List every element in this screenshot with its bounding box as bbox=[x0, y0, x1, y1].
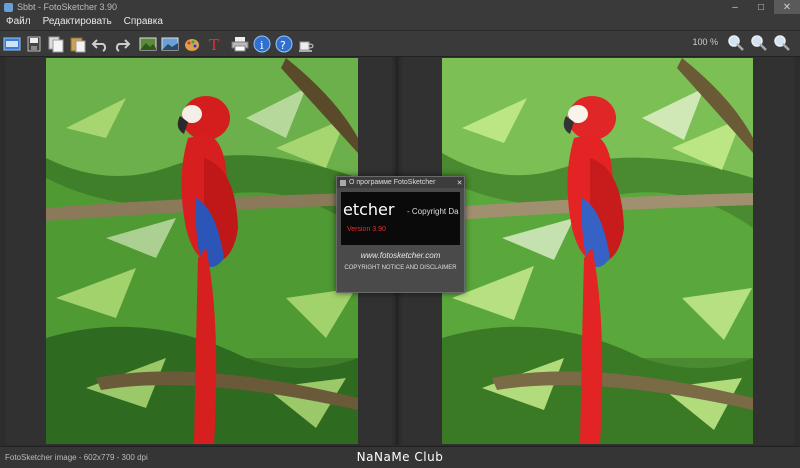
zoom-in-icon[interactable] bbox=[726, 33, 746, 53]
splash-banner: etcher - Copyright Da Version 3.90 bbox=[341, 192, 460, 245]
title-bar: Sbbt - FotoSketcher 3.90 – □ ✕ bbox=[0, 0, 800, 14]
zoom-controls bbox=[723, 33, 792, 53]
close-icon[interactable]: ✕ bbox=[455, 179, 464, 187]
splash-logo-text: etcher bbox=[343, 200, 395, 219]
palette-icon[interactable] bbox=[182, 34, 202, 54]
dialog-titlebar: О программе FotoSketcher ✕ bbox=[337, 177, 464, 188]
toolbar: T i ? bbox=[0, 31, 800, 57]
splash-copyright: - Copyright Da bbox=[407, 207, 459, 216]
menu-edit[interactable]: Редактировать bbox=[37, 14, 118, 30]
close-icon[interactable]: ✕ bbox=[774, 0, 800, 14]
original-image[interactable] bbox=[46, 58, 358, 444]
result-image[interactable] bbox=[442, 58, 753, 444]
maximize-icon[interactable]: □ bbox=[748, 0, 774, 14]
minimize-icon[interactable]: – bbox=[722, 0, 748, 14]
window-title: Sbbt - FotoSketcher 3.90 bbox=[17, 2, 118, 12]
info-icon[interactable]: i bbox=[252, 34, 272, 54]
menu-file[interactable]: Файл bbox=[0, 14, 37, 30]
app-icon bbox=[4, 2, 13, 12]
svg-text:?: ? bbox=[280, 39, 286, 52]
original-image-icon[interactable] bbox=[138, 34, 158, 54]
svg-text:T: T bbox=[209, 36, 219, 53]
splash-version: Version 3.90 bbox=[347, 226, 386, 233]
svg-text:i: i bbox=[260, 39, 264, 52]
text-icon[interactable]: T bbox=[204, 34, 224, 54]
open-image-icon[interactable] bbox=[2, 34, 22, 54]
dialog-app-icon bbox=[340, 179, 346, 186]
zoom-level: 100 % bbox=[692, 37, 718, 47]
coffee-icon[interactable] bbox=[296, 34, 316, 54]
dialog-title: О программе FotoSketcher bbox=[349, 179, 436, 186]
zoom-fit-icon[interactable] bbox=[772, 33, 792, 53]
copyright-notice-link[interactable]: COPYRIGHT NOTICE AND DISCLAIMER bbox=[337, 265, 464, 271]
window-controls: – □ ✕ bbox=[722, 0, 800, 14]
menu-bar: Файл Редактировать Справка bbox=[0, 14, 800, 31]
result-image-icon[interactable] bbox=[160, 34, 180, 54]
website-link[interactable]: www.fotosketcher.com bbox=[337, 251, 464, 260]
watermark: NaNaMe Club bbox=[356, 450, 444, 464]
help-icon[interactable]: ? bbox=[274, 34, 294, 54]
print-icon[interactable] bbox=[230, 34, 250, 54]
copy-icon[interactable] bbox=[46, 34, 66, 54]
redo-icon[interactable] bbox=[112, 34, 132, 54]
undo-icon[interactable] bbox=[90, 34, 110, 54]
save-icon[interactable] bbox=[24, 34, 44, 54]
zoom-out-icon[interactable] bbox=[749, 33, 769, 53]
paste-icon[interactable] bbox=[68, 34, 88, 54]
menu-help[interactable]: Справка bbox=[118, 14, 169, 30]
about-dialog: О программе FotoSketcher ✕ etcher - Copy… bbox=[336, 176, 465, 293]
